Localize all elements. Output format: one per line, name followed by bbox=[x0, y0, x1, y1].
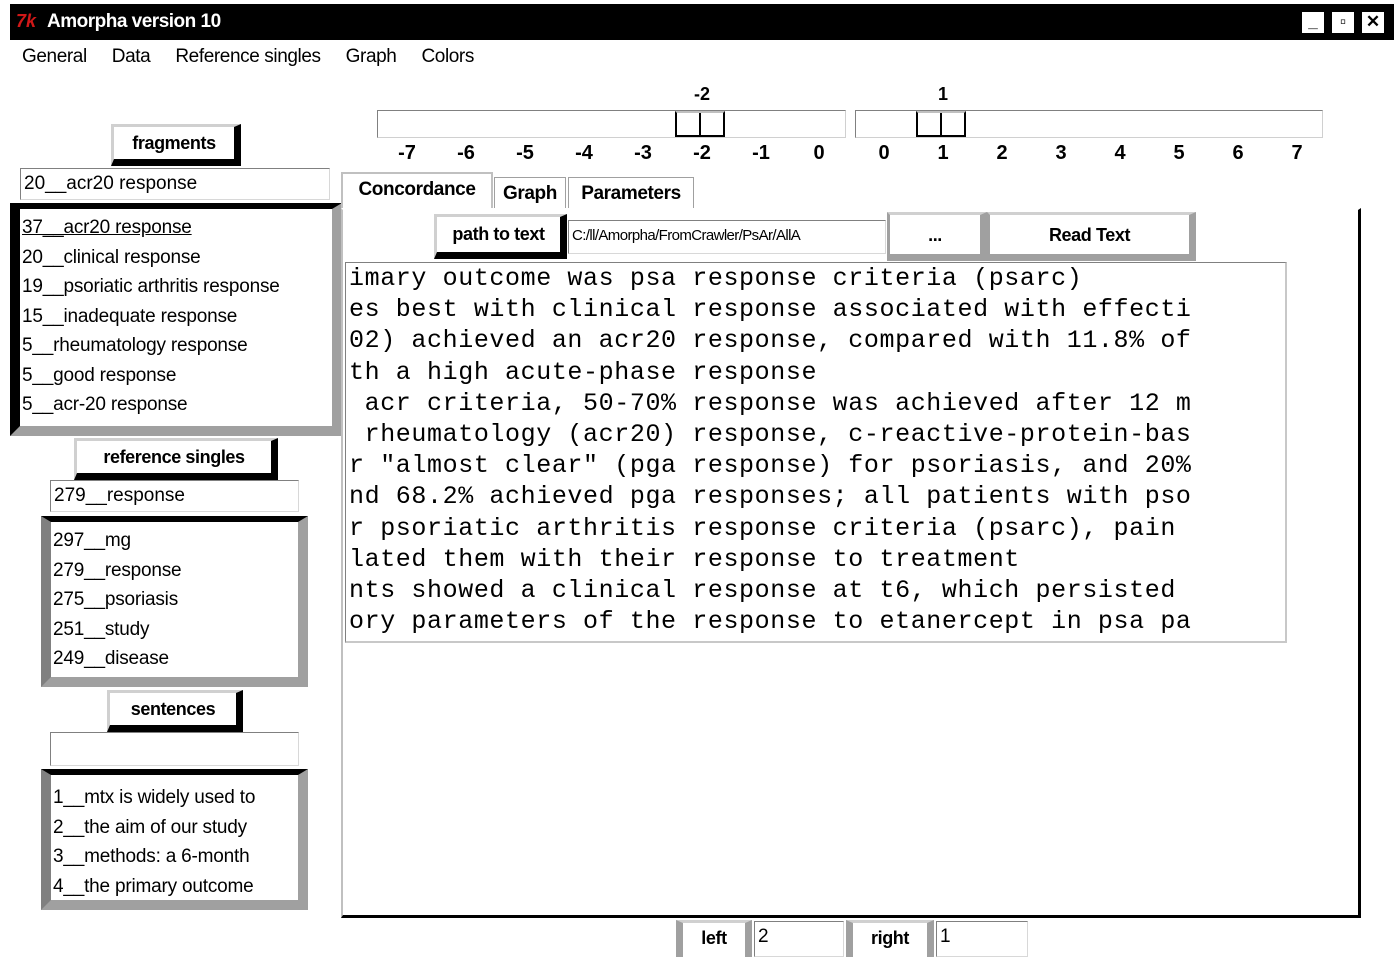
list-item[interactable]: 249__disease bbox=[51, 644, 298, 674]
list-item[interactable]: 251__study bbox=[51, 615, 298, 645]
concordance-line: th a high acute-phase response bbox=[349, 357, 818, 387]
right-value-input[interactable]: 1 bbox=[936, 921, 1028, 957]
menu-data[interactable]: Data bbox=[112, 42, 151, 72]
app-logo-icon: 7k bbox=[16, 11, 37, 31]
sentences-list[interactable]: 1__mtx is widely used to 2__the aim of o… bbox=[41, 769, 308, 910]
list-item[interactable]: 3__methods: a 6-month bbox=[51, 842, 298, 872]
tab-concordance[interactable]: Concordance bbox=[341, 172, 493, 208]
path-to-text-button[interactable]: path to text bbox=[434, 214, 567, 259]
restore-button[interactable]: ▫ bbox=[1330, 10, 1356, 35]
right-tick: 1 bbox=[937, 142, 949, 164]
concordance-line: lated them with their response to treatm… bbox=[349, 544, 1020, 574]
right-button[interactable]: right bbox=[846, 920, 934, 957]
left-value-input[interactable]: 2 bbox=[754, 921, 844, 957]
right-slider-thumb[interactable] bbox=[916, 111, 966, 137]
list-item[interactable]: 37__acr20 response bbox=[20, 213, 332, 243]
concordance-line: es best with clinical response associate… bbox=[349, 295, 1192, 325]
path-input[interactable]: C:/ll/Amorpha/FromCrawler/PsAr/AllA bbox=[568, 220, 886, 254]
right-tick: 3 bbox=[1055, 142, 1067, 164]
minimize-button[interactable]: _ bbox=[1300, 10, 1326, 35]
right-tick: 5 bbox=[1173, 142, 1185, 164]
left-tick: -6 bbox=[457, 142, 475, 164]
list-item[interactable]: 2__the aim of our study bbox=[51, 813, 298, 843]
right-tick: 0 bbox=[878, 142, 890, 164]
menu-general[interactable]: General bbox=[22, 42, 87, 72]
right-context-slider[interactable] bbox=[855, 110, 1323, 138]
list-item[interactable]: 5__rheumatology response bbox=[20, 331, 332, 361]
list-item[interactable]: 5__acr-20 response bbox=[20, 390, 332, 420]
right-tick: 7 bbox=[1291, 142, 1303, 164]
read-text-button[interactable]: Read Text bbox=[987, 212, 1196, 261]
concordance-line: r "almost clear" (pga response) for psor… bbox=[349, 451, 1192, 481]
reference-singles-button[interactable]: reference singles bbox=[74, 438, 278, 480]
tab-graph[interactable]: Graph bbox=[494, 177, 566, 211]
concordance-line: r psoriatic arthritis response criteria … bbox=[349, 513, 1176, 543]
list-item[interactable]: 275__psoriasis bbox=[51, 585, 298, 615]
right-tick: 6 bbox=[1232, 142, 1244, 164]
concordance-line: ory parameters of the response to etaner… bbox=[349, 607, 1192, 637]
list-item[interactable]: 5__good response bbox=[20, 361, 332, 391]
sentences-button[interactable]: sentences bbox=[107, 690, 243, 732]
close-button[interactable]: ✕ bbox=[1360, 10, 1386, 35]
concordance-line: 02) achieved an acr20 response, compared… bbox=[349, 326, 1192, 356]
right-tick: 4 bbox=[1114, 142, 1126, 164]
left-tick: -3 bbox=[634, 142, 652, 164]
menu-reference-singles[interactable]: Reference singles bbox=[175, 42, 321, 72]
concordance-line: nts showed a clinical response at t6, wh… bbox=[349, 576, 1176, 606]
concordance-line: imary outcome was psa response criteria … bbox=[349, 264, 1083, 293]
list-item[interactable]: 297__mg bbox=[51, 526, 298, 556]
left-tick: 0 bbox=[813, 142, 825, 164]
left-button[interactable]: left bbox=[676, 920, 752, 957]
fragments-input[interactable]: 20__acr20 response bbox=[20, 168, 330, 200]
reference-singles-list[interactable]: 297__mg 279__response 275__psoriasis 251… bbox=[41, 516, 308, 687]
list-item[interactable]: 4__the primary outcome bbox=[51, 872, 298, 901]
left-slider-thumb[interactable] bbox=[675, 111, 725, 137]
list-item[interactable]: 279__response bbox=[51, 556, 298, 586]
list-item[interactable]: 19__psoriatic arthritis response bbox=[20, 272, 332, 302]
browse-button[interactable]: ... bbox=[887, 212, 987, 261]
left-tick: -4 bbox=[575, 142, 593, 164]
list-item[interactable]: 20__clinical response bbox=[20, 243, 332, 273]
left-tick: -7 bbox=[398, 142, 416, 164]
left-tick: -2 bbox=[693, 142, 711, 164]
title-bar: 7k Amorpha version 10 _ ▫ ✕ bbox=[10, 4, 1394, 40]
menu-graph[interactable]: Graph bbox=[346, 42, 397, 72]
list-item[interactable]: 1__mtx is widely used to bbox=[51, 783, 298, 813]
window-title: Amorpha version 10 bbox=[47, 11, 221, 32]
menu-colors[interactable]: Colors bbox=[421, 42, 474, 72]
menu-bar: General Data Reference singles Graph Colors bbox=[10, 42, 487, 72]
fragments-list[interactable]: 37__acr20 response 20__clinical response… bbox=[10, 203, 342, 436]
concordance-line: rheumatology (acr20) response, c-reactiv… bbox=[349, 420, 1192, 450]
concordance-text-area[interactable]: imary outcome was psa response criteria … bbox=[345, 262, 1287, 643]
fragments-button[interactable]: fragments bbox=[111, 124, 241, 166]
reference-singles-input[interactable]: 279__response bbox=[50, 480, 299, 512]
left-tick: -5 bbox=[516, 142, 534, 164]
left-context-slider[interactable] bbox=[377, 110, 846, 138]
sentences-input[interactable] bbox=[50, 732, 299, 766]
concordance-line: acr criteria, 50-70% response was achiev… bbox=[349, 388, 1192, 418]
left-tick: -1 bbox=[752, 142, 770, 164]
tab-parameters[interactable]: Parameters bbox=[568, 177, 694, 211]
right-slider-value: 1 bbox=[937, 84, 948, 104]
list-item[interactable]: 15__inadequate response bbox=[20, 302, 332, 332]
right-tick: 2 bbox=[996, 142, 1008, 164]
concordance-line: nd 68.2% achieved pga responses; all pat… bbox=[349, 482, 1192, 512]
left-slider-value: -2 bbox=[693, 84, 710, 104]
